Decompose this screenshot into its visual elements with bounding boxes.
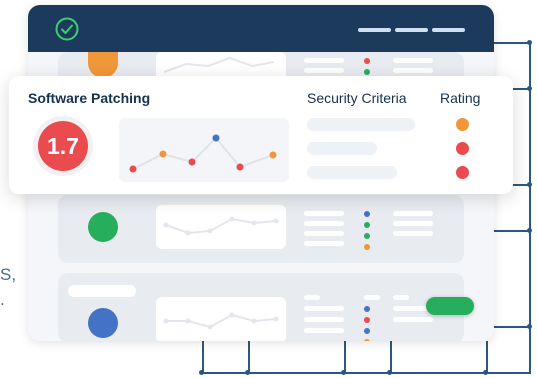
rating-indicator: [456, 142, 469, 155]
connector-drop-5: [486, 341, 488, 373]
connector-drop-3: [344, 341, 346, 373]
status-circle: [88, 212, 118, 242]
connector-drop-2: [248, 341, 250, 373]
connector-node: [483, 370, 488, 375]
connector-vertical: [529, 42, 531, 372]
cut-off-text: S,: [0, 265, 17, 284]
criteria-placeholder: [307, 118, 415, 131]
hamburger-icon[interactable]: [358, 28, 466, 32]
connector-branch-4: [494, 230, 531, 232]
sparkline: [156, 297, 286, 341]
title-bar: [28, 5, 494, 52]
criteria-header: Security Criteria: [307, 90, 407, 106]
connector-branch-5: [494, 326, 531, 328]
connector-node: [341, 370, 346, 375]
score-badge: 1.7: [38, 121, 88, 171]
rating-indicator: [456, 166, 469, 179]
connector-drop-1: [202, 341, 204, 373]
connector-node: [199, 370, 204, 375]
connector-drop-4: [390, 341, 392, 373]
list-item[interactable]: [58, 273, 464, 341]
connector-node: [527, 40, 532, 45]
connector-branch-1: [494, 42, 531, 44]
connector-node: [527, 324, 532, 329]
criteria-placeholder: [307, 142, 377, 155]
connector-node: [527, 182, 532, 187]
cut-off-text-2: .: [0, 290, 5, 309]
connector-node: [527, 228, 532, 233]
list-item[interactable]: [58, 195, 464, 263]
rating-indicator: [456, 118, 469, 131]
rating-header: Rating: [440, 90, 481, 106]
panel-title: Software Patching: [28, 90, 151, 106]
check-circle-icon: [55, 17, 79, 41]
criteria-placeholder: [307, 166, 397, 179]
connector-node: [527, 86, 532, 91]
score-panel: Software Patching Security Criteria Rati…: [9, 76, 513, 194]
connector-node: [245, 370, 250, 375]
status-circle: [88, 308, 118, 338]
status-toggle[interactable]: [426, 297, 474, 315]
status-circle: [88, 52, 118, 78]
trend-sparkline: [119, 118, 289, 182]
sparkline: [156, 205, 286, 249]
connector-node: [387, 370, 392, 375]
